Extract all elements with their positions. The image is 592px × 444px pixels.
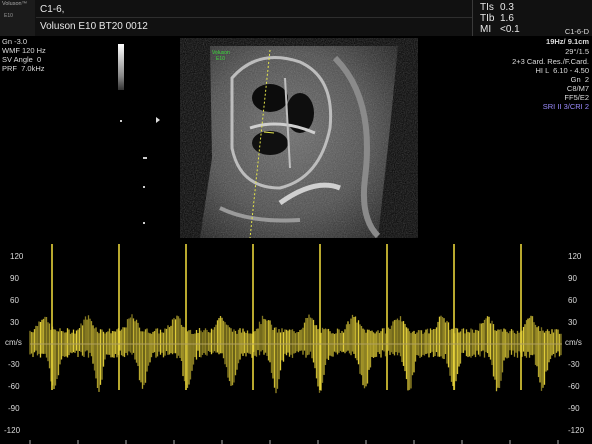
scale-label-left: 60 (10, 296, 19, 305)
depth-marker (120, 120, 122, 122)
param-sv-angle: SV Angle 0 (2, 55, 42, 64)
scale-label-left: 90 (10, 274, 19, 283)
thermal-label: TIs (480, 2, 494, 13)
scale-label-left: 120 (10, 252, 24, 261)
param-prf: PRF 7.0kHz (2, 64, 45, 73)
patient-line: C1-6, (40, 4, 65, 15)
scale-label-right: 30 (568, 318, 577, 327)
header-divider-vertical (472, 0, 473, 36)
thermal-index-tis: TIs 0.3 (480, 2, 514, 13)
scale-unit-right: cm/s (565, 338, 582, 347)
scale-label-right: -90 (568, 404, 580, 413)
scale-label-right: 60 (568, 296, 577, 305)
param-wall-filter: WMF 120 Hz (2, 46, 46, 55)
scale-label-right: -120 (568, 426, 585, 435)
scale-label-right: 120 (568, 252, 582, 261)
param-depth: 19Hz/ 9.1cm (546, 37, 589, 46)
scale-label-right: -30 (568, 360, 580, 369)
scale-label-left: -60 (8, 382, 20, 391)
thermal-label: TIb (480, 13, 495, 24)
brand-model: E10 (4, 13, 13, 19)
scale-label-right: 90 (568, 274, 577, 283)
param-gain: Gn -3.0 (2, 37, 28, 46)
param-ff: FF5/E2 (564, 93, 589, 102)
bmode-image: Voluson E10 (200, 46, 398, 238)
param-sri: SRI II 3/CRI 2 (542, 102, 589, 111)
scale-label-left: -90 (8, 404, 20, 413)
param-preset: 2+3 Card. Res./F.Card. (512, 57, 589, 66)
thermal-index-tib: TIb 1.6 (480, 13, 514, 24)
scale-label-right: -60 (568, 382, 580, 391)
thermal-label: MI (480, 24, 492, 35)
thermal-value: 0.3 (500, 2, 514, 13)
param-gn: Gn 2 (570, 75, 589, 84)
scale-label-left: 30 (10, 318, 19, 327)
header-divider (36, 17, 472, 18)
thermal-value: 1.6 (500, 13, 514, 24)
doppler-scale: 120 90 60 30 cm/s -30 -60 -90 -120 120 9… (0, 240, 592, 444)
param-hi: HI L 6.10 - 4.50 (535, 66, 589, 75)
scale-label-left: -30 (8, 360, 20, 369)
param-probe: C1-6-D (564, 27, 589, 36)
device-line: Voluson E10 BT20 0012 (40, 21, 148, 32)
grayscale-bar (118, 44, 124, 90)
param-map: C8/M7 (566, 84, 589, 93)
scale-label-left: -120 (4, 426, 21, 435)
mechanical-index: MI <0.1 (480, 24, 520, 35)
param-angle: 29°/1.5 (565, 47, 589, 56)
scale-unit-left: cm/s (5, 338, 22, 347)
thermal-value: <0.1 (500, 24, 520, 35)
brand-name: Voluson™ (2, 1, 28, 7)
bmode-logo-line2: E10 (216, 56, 225, 62)
